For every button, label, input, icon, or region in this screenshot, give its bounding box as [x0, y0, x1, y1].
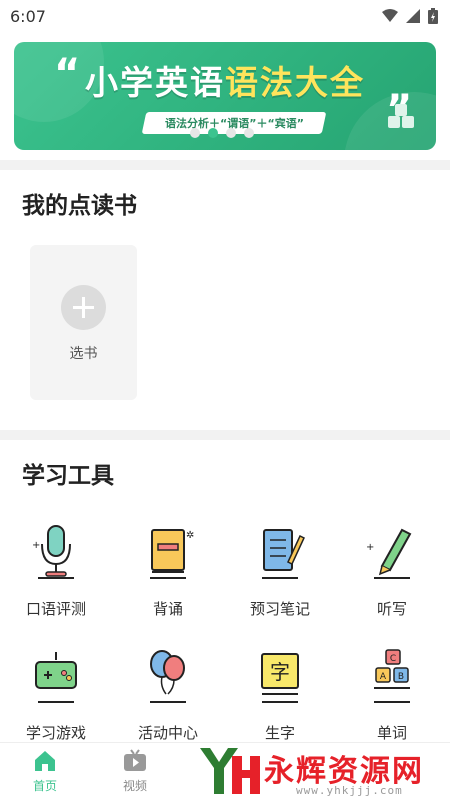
pagination-dot[interactable] — [226, 128, 236, 138]
svg-text:B: B — [398, 672, 404, 682]
character-board-icon: 字 — [261, 653, 299, 703]
svg-text:✲: ✲ — [186, 530, 194, 541]
notebook-pencil-icon — [262, 529, 305, 579]
status-bar: 6:07 — [0, 0, 450, 32]
abc-blocks-icon — [388, 104, 414, 128]
banner-pagination — [190, 128, 254, 138]
microphone-icon: + — [32, 525, 74, 579]
pagination-dot[interactable] — [190, 128, 200, 138]
section-divider — [0, 160, 450, 170]
tool-dictation[interactable]: + 听写 — [336, 522, 448, 632]
tool-speaking-eval[interactable]: + 口语评测 — [0, 522, 112, 632]
tool-learning-games[interactable]: 学习游戏 — [0, 646, 112, 756]
tab-home[interactable]: 首页 — [0, 743, 90, 800]
watermark: 永辉资源网 www.yhkjjj.com — [196, 742, 450, 800]
tool-label: 听写 — [376, 600, 407, 618]
banner-title-part2: 语法大全 — [225, 63, 365, 102]
add-book-card[interactable]: 选书 — [30, 245, 137, 400]
banner-title: 小学英语语法大全 — [14, 56, 436, 104]
gamepad-icon — [35, 652, 77, 703]
status-icons — [382, 8, 438, 24]
pagination-dot[interactable] — [244, 128, 254, 138]
tool-label: 活动中心 — [137, 724, 198, 742]
svg-text:+: + — [32, 540, 40, 551]
abc-blocks-icon: C A B — [374, 649, 410, 703]
balloons-icon — [150, 650, 186, 703]
tool-label: 预习笔记 — [249, 600, 310, 618]
pagination-dot-active[interactable] — [208, 128, 218, 138]
tool-activity-center[interactable]: 活动中心 — [112, 646, 224, 756]
tool-words[interactable]: C A B 单词 — [336, 646, 448, 756]
svg-text:A: A — [380, 672, 387, 682]
svg-text:C: C — [390, 654, 396, 664]
tv-icon — [124, 749, 146, 771]
tool-label: 口语评测 — [25, 600, 86, 618]
tool-label: 单词 — [376, 724, 407, 742]
signal-icon — [406, 9, 420, 23]
add-book-label: 选书 — [69, 346, 98, 362]
tools-title: 学习工具 — [22, 463, 114, 489]
wifi-icon — [382, 9, 398, 22]
section-divider — [0, 430, 450, 440]
tool-label: 生字 — [264, 724, 295, 742]
tool-preview-notes[interactable]: 预习笔记 — [224, 522, 336, 632]
svg-text:字: 字 — [270, 660, 290, 684]
tab-label: 视频 — [122, 779, 147, 793]
battery-icon — [428, 8, 438, 24]
watermark-url: www.yhkjjj.com — [296, 784, 403, 797]
plus-icon — [61, 285, 106, 330]
svg-text:+: + — [366, 542, 374, 553]
home-icon — [35, 751, 55, 771]
pencil-icon: + — [366, 528, 412, 579]
tool-new-characters[interactable]: 字 生字 — [224, 646, 336, 756]
banner-title-part1: 小学英语 — [85, 63, 225, 102]
status-time: 6:07 — [10, 6, 46, 26]
book-icon: ✲ — [150, 529, 194, 579]
watermark-logo — [200, 748, 260, 794]
my-books-title: 我的点读书 — [22, 193, 137, 219]
tool-label: 学习游戏 — [25, 724, 86, 742]
tool-recite[interactable]: ✲ 背诵 — [112, 522, 224, 632]
tab-video[interactable]: 视频 — [90, 743, 180, 800]
tool-label: 背诵 — [152, 600, 183, 618]
tab-label: 首页 — [32, 779, 57, 793]
